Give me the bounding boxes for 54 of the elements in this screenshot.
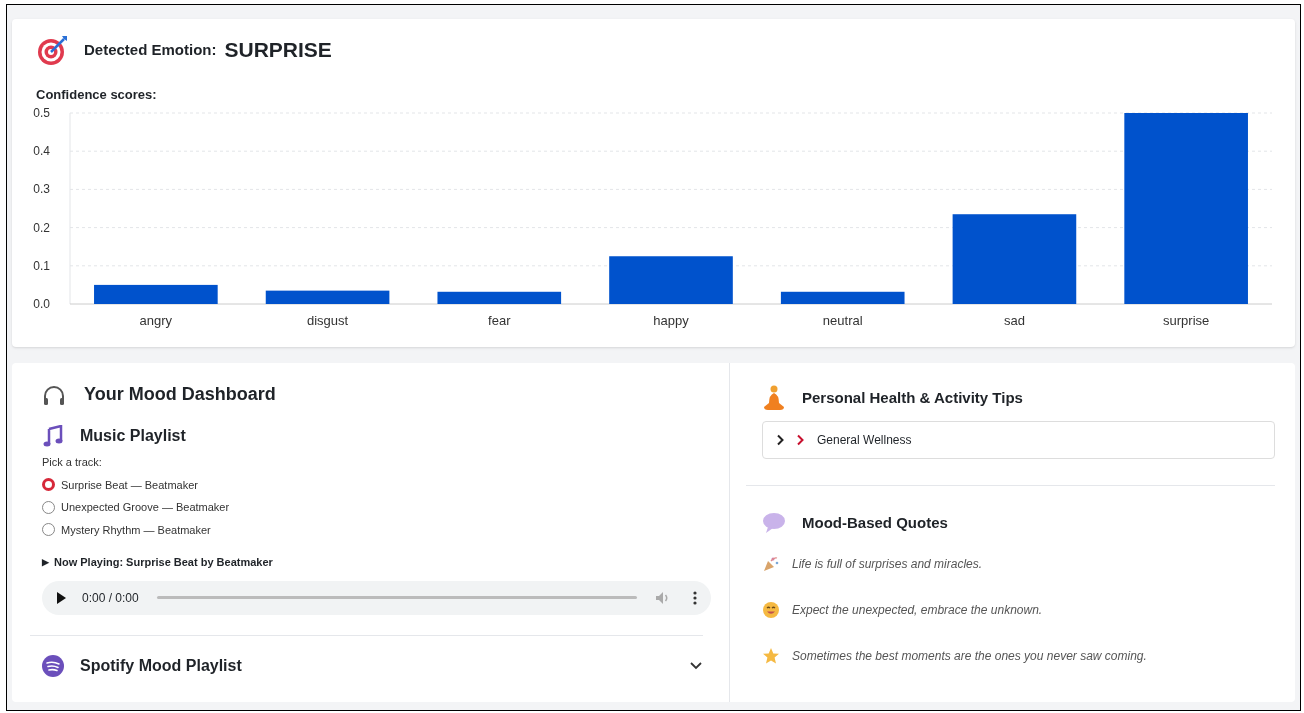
music-note-icon: [42, 425, 64, 447]
spotify-icon: [42, 654, 64, 677]
disclosure-chevron-icon: [775, 434, 785, 446]
y-tick-label: 0.0: [33, 296, 50, 311]
accordion-item[interactable]: General Wellness: [762, 421, 1275, 459]
headphones-icon: [42, 383, 66, 406]
meditation-icon: [762, 385, 786, 411]
y-tick-label: 0.5: [33, 105, 50, 120]
quote-text: Expect the unexpected, embrace the unknown.: [792, 601, 1043, 619]
track-label: Mystery Rhythm — Beatmaker: [61, 522, 211, 538]
x-tick-label: fear: [488, 312, 511, 328]
smiley-icon: [762, 600, 780, 619]
quotes-title: Mood-Based Quotes: [802, 513, 948, 533]
x-tick-label: sad: [1003, 312, 1025, 328]
y-tick-label: 0.1: [33, 258, 50, 273]
x-tick-label: angry: [139, 312, 173, 328]
target-icon: [36, 33, 70, 67]
track-option[interactable]: Mystery Rhythm — Beatmaker: [42, 521, 211, 538]
detected-emotion-label: Detected Emotion:: [84, 39, 217, 60]
speech-bubble-icon: [762, 512, 786, 535]
spotify-title: Spotify Mood Playlist: [80, 655, 243, 676]
track-prompt: Pick a track:: [42, 455, 103, 470]
more-options-icon[interactable]: [693, 590, 697, 605]
progress-track[interactable]: [156, 596, 637, 599]
time-display: 0:00 / 0:00: [82, 589, 139, 607]
star-icon: [762, 646, 780, 665]
radio-button[interactable]: [42, 500, 55, 514]
x-tick-label: neutral: [822, 312, 863, 328]
y-tick-label: 0.3: [33, 181, 50, 196]
now-playing-label: Now Playing: Surprise Beat by Beatmaker: [54, 555, 273, 570]
quote-text: Life is full of surprises and miracles.: [792, 555, 983, 573]
radio-button[interactable]: [42, 523, 55, 537]
track-label: Unexpected Groove — Beatmaker: [61, 500, 230, 515]
x-tick-label: happy: [653, 312, 689, 328]
track-option[interactable]: Unexpected Groove — Beatmaker: [42, 499, 230, 516]
accordion-label: General Wellness: [817, 432, 912, 449]
party-popper-icon: [762, 554, 780, 573]
x-tick-label: disgust: [306, 312, 349, 328]
y-tick-label: 0.2: [33, 220, 50, 235]
quote-text: Sometimes the best moments are the ones you never saw coming.: [792, 647, 1147, 665]
disclosure-marker[interactable]: ▶: [42, 555, 49, 569]
detected-emotion-value: SURPRISE: [224, 37, 332, 64]
radio-button[interactable]: [42, 478, 55, 492]
y-tick-label: 0.4: [33, 143, 50, 158]
track-label: Surprise Beat — Beatmaker: [61, 477, 198, 493]
x-tick-label: surprise: [1163, 312, 1210, 328]
spotify-expander[interactable]: Spotify Mood Playlist: [42, 653, 711, 678]
tips-title: Personal Health & Activity Tips: [802, 387, 1023, 408]
confidence-title: Confidence scores:: [36, 86, 158, 104]
playlist-title: Music Playlist: [80, 426, 186, 446]
dashboard-title: Your Mood Dashboard: [84, 383, 276, 406]
play-icon[interactable]: [56, 591, 66, 604]
track-option[interactable]: Surprise Beat — Beatmaker: [42, 476, 198, 493]
chevron-icon: [795, 434, 805, 446]
